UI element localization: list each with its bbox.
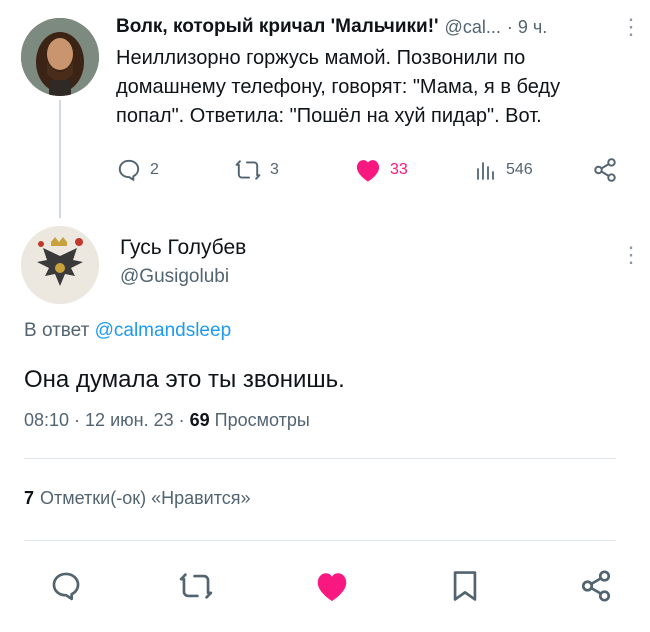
reply-count: 2 [150, 161, 159, 178]
retweet-icon [235, 160, 261, 180]
author-name[interactable]: Волк, который кричал 'Мальчики!' [116, 16, 439, 38]
share-icon [594, 158, 616, 182]
meta-separator: · [74, 410, 81, 430]
tweet-header: Волк, который кричал 'Мальчики!' @cal...… [116, 14, 547, 40]
tweet-date[interactable]: 12 июн. 23 [85, 410, 174, 431]
author-name[interactable]: Гусь Голубев [120, 236, 246, 260]
tweet-time[interactable]: · 9 ч. [507, 17, 547, 38]
bookmark-button[interactable] [445, 566, 485, 606]
analytics-icon [477, 162, 494, 180]
likes-label: Отметки(-ок) «Нравится» [40, 488, 251, 508]
views-label: Просмотры [214, 410, 310, 430]
retweet-button[interactable]: 3 [234, 152, 279, 188]
likes-count: 7 [24, 488, 35, 508]
reply-icon [52, 572, 80, 601]
tweet-meta: 08:10 · 12 июн. 23 · 69 Просмотры [24, 410, 310, 431]
avatar[interactable] [21, 226, 99, 304]
tweet-text: Она думала это ты звонишь. [24, 366, 345, 393]
tweet-actions [0, 560, 650, 612]
author-handle[interactable]: @cal... [445, 17, 501, 38]
like-count: 33 [390, 161, 408, 178]
avatar[interactable] [21, 18, 99, 96]
more-vertical-icon[interactable]: ⋮ [620, 16, 642, 38]
heart-icon [356, 160, 380, 182]
thread-line [59, 100, 61, 218]
views-button[interactable]: 546 [474, 152, 533, 188]
like-button[interactable]: 33 [354, 152, 408, 188]
views-count: 69 [189, 410, 210, 430]
reply-prefix: В ответ [24, 320, 90, 341]
heart-icon [317, 573, 347, 601]
author-handle[interactable]: @Gusigolubi [120, 266, 229, 288]
divider [24, 458, 616, 459]
divider [24, 540, 616, 541]
more-vertical-icon[interactable]: ⋮ [620, 244, 642, 266]
reply-icon [118, 159, 140, 181]
retweet-icon [179, 573, 213, 599]
bookmark-icon [453, 571, 477, 601]
avatar-portrait-icon [21, 18, 99, 96]
reply-mention-link[interactable]: @calmandsleep [95, 320, 232, 341]
retweet-count: 3 [270, 161, 279, 178]
tweet-text: Неиллизорно горжусь мамой. Позвонили по … [116, 47, 561, 127]
tweet-time[interactable]: 08:10 [24, 410, 69, 431]
likes-summary[interactable]: 7 Отметки(-ок) «Нравится» [24, 488, 251, 509]
reply-button[interactable] [46, 566, 86, 606]
tweet-actions: 2 3 33 546 [116, 152, 628, 188]
views-count: 546 [506, 161, 533, 178]
meta-separator: · [178, 410, 185, 430]
retweet-button[interactable] [176, 566, 216, 606]
double-eagle-emblem-icon [21, 226, 99, 304]
reply-context: В ответ @calmandsleep [24, 320, 231, 342]
share-icon [581, 570, 611, 602]
reply-button[interactable]: 2 [116, 152, 159, 188]
share-button[interactable] [576, 566, 616, 606]
share-button[interactable] [592, 152, 618, 188]
parent-tweet[interactable]: Волк, который кричал 'Мальчики!' @cal...… [0, 0, 650, 222]
like-button[interactable] [312, 566, 352, 606]
